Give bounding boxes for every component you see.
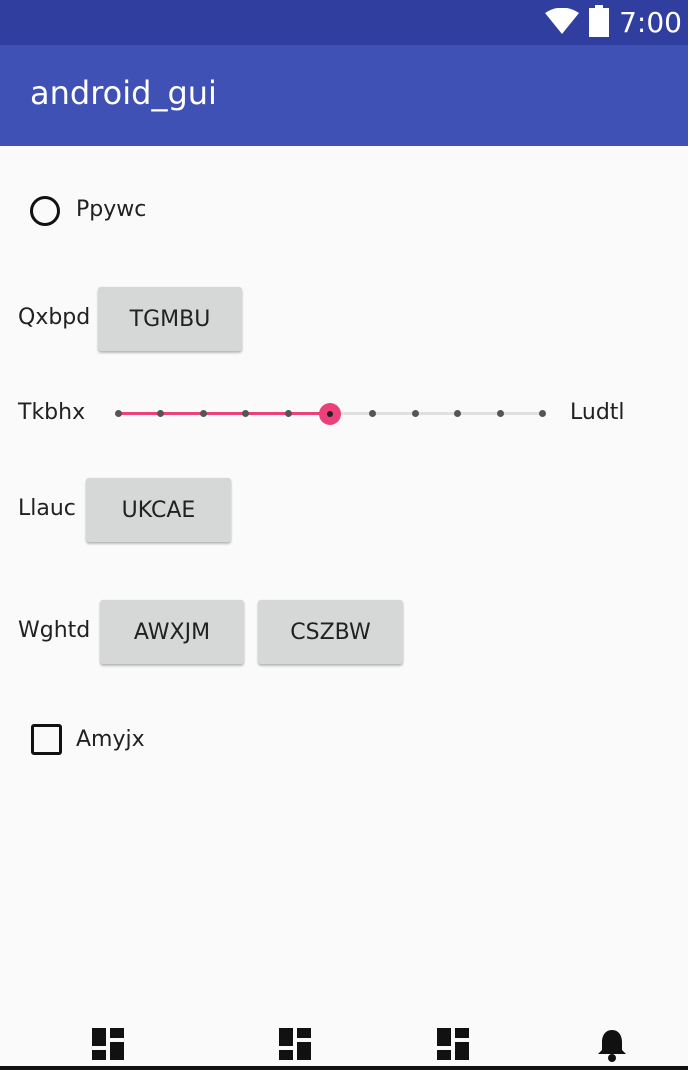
slider-tick — [199, 410, 207, 417]
status-icons: 7:00 — [545, 0, 682, 45]
bottom-nav — [0, 1018, 688, 1070]
slider-tick — [539, 410, 546, 417]
ukcae-button[interactable]: UKCAE — [86, 478, 231, 542]
status-time: 7:00 — [619, 5, 682, 39]
checkbox-label[interactable]: Amyjx — [76, 729, 145, 751]
wifi-icon — [545, 7, 580, 38]
tgmbu-button[interactable]: TGMBU — [98, 287, 242, 351]
wghtd-label: Wghtd — [18, 618, 91, 643]
slider-right-label: Ludtl — [570, 400, 625, 425]
awxjm-button[interactable]: AWXJM — [100, 600, 244, 664]
cszbw-button[interactable]: CSZBW — [258, 600, 403, 664]
slider-tick — [157, 410, 165, 417]
bell-icon[interactable] — [596, 1028, 628, 1066]
radio-button[interactable] — [30, 196, 60, 226]
slider-tick — [454, 410, 462, 417]
app-title: android_gui — [30, 74, 217, 112]
llauc-label: Llauc — [18, 496, 76, 521]
app-bar: android_gui — [0, 45, 688, 146]
qxbpd-label: Qxbpd — [18, 305, 91, 330]
bottom-divider — [0, 1066, 688, 1070]
radio-label[interactable]: Ppywc — [76, 199, 146, 221]
dashboard-icon[interactable] — [92, 1028, 124, 1064]
slider-tick — [284, 410, 292, 417]
slider-tick — [242, 410, 250, 417]
status-bar: 7:00 — [0, 0, 688, 45]
slider-tick — [369, 410, 377, 417]
slider-active-track — [118, 412, 330, 415]
battery-icon — [589, 4, 610, 41]
slider-tick — [115, 410, 122, 417]
slider-left-label: Tkbhx — [18, 400, 86, 425]
slider-thumb[interactable] — [319, 403, 341, 425]
slider-tick — [411, 410, 419, 417]
checkbox[interactable] — [31, 724, 62, 755]
dashboard-icon[interactable] — [279, 1028, 311, 1064]
dashboard-icon[interactable] — [437, 1028, 469, 1064]
slider-tick — [496, 410, 504, 417]
